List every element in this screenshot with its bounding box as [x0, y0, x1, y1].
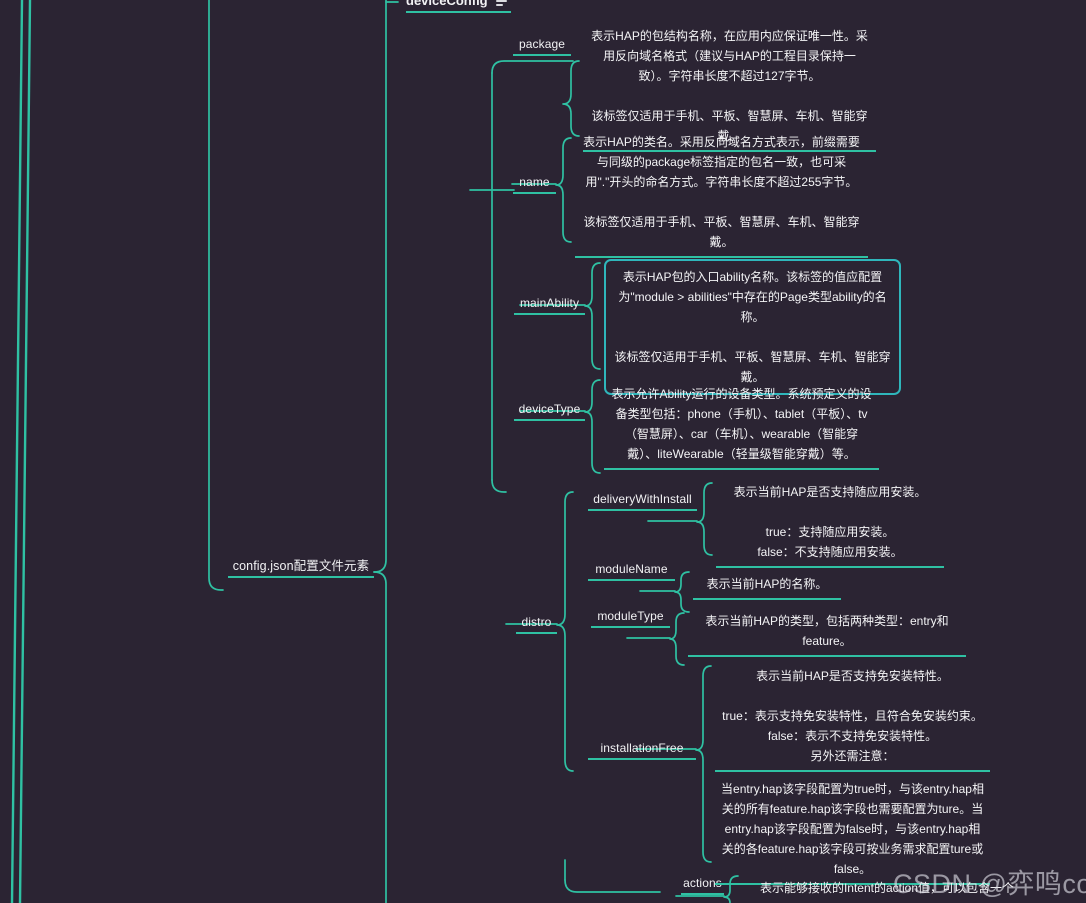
leaf-devicetype-text-1: 表示允许Ability运行的设备类型。系统预定义的设备类型包括：phone（手机… [611, 387, 872, 461]
leaf-installationfree-text-4: 另外还需注意： [810, 749, 895, 763]
leaf-name-description[interactable]: 表示HAP的类名。采用反向域名方式表示，前缀需要与同级的package标签指定的… [575, 130, 868, 258]
node-package[interactable]: package [513, 37, 571, 56]
leaf-installationfree-note-text: 当entry.hap该字段配置为true时，与该entry.hap相关的所有fe… [721, 782, 984, 876]
leaf-mainability-description[interactable]: 表示HAP包的入口ability名称。该标签的值应配置为"module > ab… [604, 259, 901, 395]
leaf-modulename-text-1: 表示当前HAP的名称。 [706, 577, 828, 591]
node-devicetype-label: deviceType [518, 402, 581, 416]
node-deviceconfig-label: deviceConfig [406, 0, 488, 8]
node-distro[interactable]: distro [516, 615, 557, 634]
node-deviceconfig[interactable]: deviceConfig [406, 0, 511, 13]
leaf-installationfree-description[interactable]: 表示当前HAP是否支持免安装特性。 true：表示支持免安装特性，且符合免安装约… [715, 664, 990, 772]
leaf-installationfree-spacer [721, 686, 984, 706]
leaf-deliverywithinstall-text-1: 表示当前HAP是否支持随应用安装。 [733, 485, 927, 499]
node-deliverywithinstall-label: deliveryWithInstall [593, 492, 692, 506]
leaf-name-text-2: 该标签仅适用于手机、平板、智慧屏、车机、智能穿戴。 [583, 215, 860, 249]
leaf-deliverywithinstall-description[interactable]: 表示当前HAP是否支持随应用安装。 true：支持随应用安装。 false：不支… [716, 480, 944, 568]
leaf-moduletype-description[interactable]: 表示当前HAP的类型，包括两种类型：entry和feature。 [688, 609, 966, 657]
leaf-deliverywithinstall-text-3: false：不支持随应用安装。 [757, 545, 903, 559]
node-mainability-label: mainAbility [519, 296, 580, 310]
leaf-mainability-text-2: 该标签仅适用于手机、平板、智慧屏、车机、智能穿戴。 [614, 350, 891, 384]
leaf-mainability-text-1: 表示HAP包的入口ability名称。该标签的值应配置为"module > ab… [618, 270, 887, 324]
node-distro-label: distro [521, 615, 552, 629]
leaf-deliverywithinstall-text-2: true：支持随应用安装。 [765, 525, 895, 539]
leaf-deliverywithinstall-spacer [722, 502, 938, 522]
leaf-package-spacer [589, 86, 870, 106]
leaf-installationfree-note[interactable]: 当entry.hap该字段配置为true时，与该entry.hap相关的所有fe… [715, 777, 990, 885]
node-moduletype-label: moduleType [597, 609, 664, 623]
leaf-name-spacer [581, 192, 862, 212]
leaf-installationfree-text-1: 表示当前HAP是否支持免安装特性。 [756, 669, 949, 683]
node-installationfree[interactable]: installationFree [588, 741, 696, 760]
node-installationfree-label: installationFree [600, 741, 684, 755]
node-devicetype[interactable]: deviceType [514, 402, 585, 421]
node-config-json-root-label: config.json配置文件元素 [232, 559, 370, 573]
node-package-label: package [518, 37, 566, 51]
node-mainability[interactable]: mainAbility [514, 296, 585, 315]
leaf-installationfree-text-3: false：表示不支持免安装特性。 [767, 729, 938, 743]
node-name[interactable]: name [513, 175, 556, 194]
node-deliverywithinstall[interactable]: deliveryWithInstall [588, 492, 697, 511]
node-modulename-label: moduleName [595, 562, 668, 576]
leaf-moduletype-text-1: 表示当前HAP的类型，包括两种类型：entry和feature。 [705, 614, 949, 648]
node-config-json-root[interactable]: config.json配置文件元素 [228, 559, 374, 578]
leaf-package-text-1: 表示HAP的包结构名称，在应用内应保证唯一性。采用反向域名格式（建议与HAP的工… [591, 29, 868, 83]
list-icon[interactable] [495, 0, 511, 6]
leaf-modulename-description[interactable]: 表示当前HAP的名称。 [693, 572, 841, 600]
leaf-mainability-spacer [614, 327, 891, 347]
leaf-actions-text-1: 表示能够接收的Intent的action值，可以包含一个 [759, 881, 1015, 895]
node-modulename[interactable]: moduleName [588, 562, 675, 581]
node-name-label: name [519, 175, 550, 189]
node-moduletype[interactable]: moduleType [591, 609, 670, 628]
leaf-name-text-1: 表示HAP的类名。采用反向域名方式表示，前缀需要与同级的package标签指定的… [583, 135, 860, 189]
leaf-actions-description[interactable]: 表示能够接收的Intent的action值，可以包含一个 [742, 876, 1032, 902]
leaf-devicetype-description[interactable]: 表示允许Ability运行的设备类型。系统预定义的设备类型包括：phone（手机… [604, 382, 879, 470]
leaf-installationfree-text-2: true：表示支持免安装特性，且符合免安装约束。 [722, 709, 983, 723]
mindmap-canvas[interactable]: deviceConfig config.json配置文件元素 package n… [0, 0, 1086, 903]
